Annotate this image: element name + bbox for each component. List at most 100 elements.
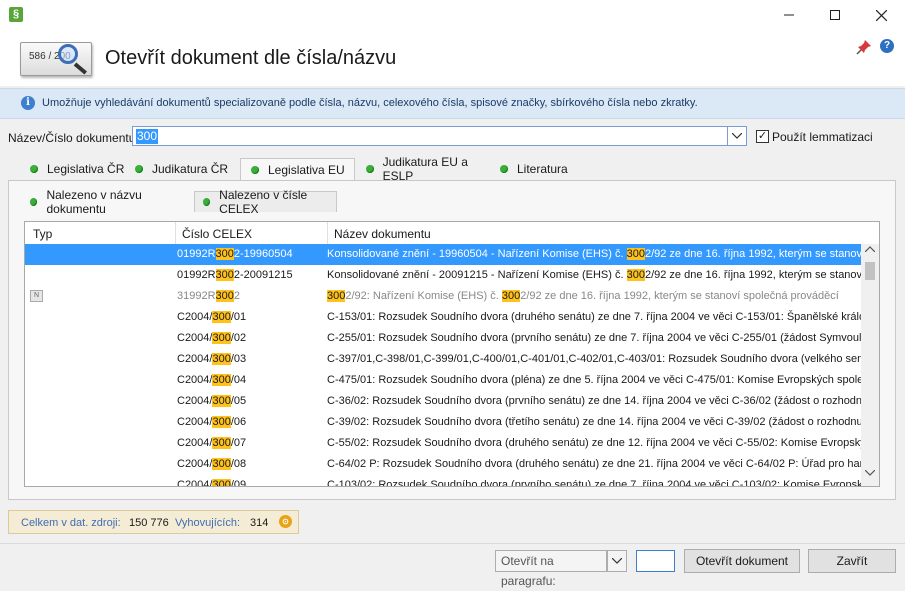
database-info-icon[interactable]: ⊙ <box>279 515 292 528</box>
cell-celex: C2004/300/06 <box>177 412 246 433</box>
cell-celex: C2004/300/09 <box>177 475 246 487</box>
status-dot-icon <box>30 197 38 206</box>
chevron-down-icon <box>732 133 742 139</box>
match-highlight: 300 <box>215 248 234 260</box>
text-segment: C2004/ <box>177 395 213 407</box>
maximize-button[interactable] <box>812 0 858 30</box>
close-window-button[interactable] <box>858 0 904 30</box>
paragraph-dropdown-button[interactable] <box>607 550 627 572</box>
table-row[interactable]: C2004/300/01 C-153/01: Rozsudek Soudního … <box>25 307 861 328</box>
text-segment: C2004/ <box>177 311 213 323</box>
subtab-celex[interactable]: Nalezeno v čísle CELEX <box>194 188 337 216</box>
table-row[interactable]: N 31992R3002 3002/92: Nařízení Komise (EHS… <box>25 286 861 307</box>
text-segment: 01992R <box>177 248 216 260</box>
subtab-label: Nalezeno v čísle CELEX <box>219 188 308 216</box>
scrollbar-thumb[interactable] <box>865 262 875 280</box>
minimize-button[interactable] <box>766 0 812 30</box>
tab-judikatura-eu[interactable]: Judikatura EU a ESLP <box>356 155 496 183</box>
table-row[interactable]: C2004/300/05 C-36/02: Rozsudek Soudního d… <box>25 391 861 412</box>
table-row[interactable]: 01992R3002-19960504 Konsolidované znění -… <box>25 244 861 265</box>
info-icon: i <box>21 96 35 110</box>
text-segment: C-255/01: Rozsudek Soudního dvora (první… <box>327 332 861 344</box>
vertical-scrollbar[interactable] <box>861 244 879 486</box>
text-segment: /04 <box>230 374 247 386</box>
status-dot-icon <box>135 165 143 173</box>
search-label: Název/Číslo dokumentu: <box>8 131 139 145</box>
column-header-typ[interactable]: Typ <box>33 227 52 241</box>
status-bar: Celkem v dat. zdroji: 150 776 Vyhovující… <box>8 510 299 534</box>
info-text: Umožňuje vyhledávání dokumentů specializ… <box>42 97 698 109</box>
text-segment: 31992R <box>177 290 216 302</box>
search-dropdown-button[interactable] <box>728 126 747 146</box>
text-segment: C2004/ <box>177 479 213 487</box>
lemma-label[interactable]: Použít lemmatizaci <box>772 130 873 144</box>
status-dot-icon <box>500 165 508 173</box>
table-row[interactable]: 01992R3002-20091215 Konsolidované znění -… <box>25 265 861 286</box>
text-segment: Konsolidované znění - 19960504 - Nařízen… <box>327 248 627 260</box>
open-document-button[interactable]: Otevřít dokument <box>684 549 800 573</box>
tab-label: Literatura <box>517 162 568 176</box>
tab-legislativa-cr[interactable]: Legislativa ČR <box>20 158 132 180</box>
tab-label: Legislativa ČR <box>47 162 125 176</box>
minimize-icon <box>784 14 794 16</box>
scroll-down-icon[interactable] <box>865 470 875 476</box>
cell-name: C-255/01: Rozsudek Soudního dvora (první… <box>327 328 861 349</box>
cell-celex: C2004/300/03 <box>177 349 246 370</box>
help-icon[interactable]: ? <box>880 39 894 53</box>
scroll-up-icon[interactable] <box>865 246 875 252</box>
table-row[interactable]: C2004/300/06 C-39/02: Rozsudek Soudního d… <box>25 412 861 433</box>
table-row[interactable]: C2004/300/03 C-397/01,C-398/01,C-399/01,C… <box>25 349 861 370</box>
cell-name: C-475/01: Rozsudek Soudního dvora (pléna… <box>327 370 861 391</box>
text-segment: 2/92: Nařízení Komise (EHS) č. <box>345 290 502 302</box>
cell-celex: 01992R3002-19960504 <box>177 244 293 265</box>
results-table: Typ Číslo CELEX Název dokumentu 01992R30… <box>24 221 880 487</box>
close-button[interactable]: Zavřít <box>808 549 896 573</box>
text-segment: C2004/ <box>177 332 213 344</box>
chevron-down-icon <box>612 558 622 564</box>
cell-name: C-36/02: Rozsudek Soudního dvora (prvníh… <box>327 391 861 412</box>
table-row[interactable]: C2004/300/08 C-64/02 P: Rozsudek Soudního… <box>25 454 861 475</box>
pin-glyph <box>856 40 871 55</box>
paragraph-input[interactable] <box>636 550 675 572</box>
paragraph-select[interactable]: Otevřít na paragrafu: <box>495 550 607 588</box>
table-row[interactable]: C2004/300/04 C-475/01: Rozsudek Soudního … <box>25 370 861 391</box>
text-segment: /07 <box>230 437 247 449</box>
column-divider[interactable] <box>175 222 176 244</box>
tab-legislativa-eu[interactable]: Legislativa EU <box>240 158 355 180</box>
cell-name: C-64/02 P: Rozsudek Soudního dvora (druh… <box>327 454 861 475</box>
column-divider[interactable] <box>327 222 328 244</box>
text-segment: /06 <box>230 416 247 428</box>
lemma-checkbox[interactable]: ✓ <box>756 130 769 143</box>
match-highlight: 300 <box>212 332 231 344</box>
table-row[interactable]: C2004/300/09 C-103/02: Rozsudek Soudního … <box>25 475 861 487</box>
tab-judikatura-cr[interactable]: Judikatura ČR <box>125 158 245 180</box>
text-segment: /08 <box>230 458 247 470</box>
text-segment: C2004/ <box>177 416 213 428</box>
tab-literatura[interactable]: Literatura <box>490 158 580 180</box>
text-segment: Konsolidované znění - 20091215 - Nařízen… <box>327 269 627 281</box>
search-input[interactable]: 300 <box>132 126 728 146</box>
text-segment: 2/92 ze dne 16. října 1992, kterým se st… <box>520 290 839 302</box>
column-header-celex[interactable]: Číslo CELEX <box>182 227 252 241</box>
magnifier-icon <box>58 44 78 64</box>
tab-label: Legislativa EU <box>268 162 345 177</box>
text-segment: 01992R <box>177 269 216 281</box>
cell-type: N <box>30 286 43 307</box>
column-header-nazev[interactable]: Název dokumentu <box>334 227 431 241</box>
text-segment: 2/92 ze dne 16. října 1992, kterým se st… <box>644 248 861 260</box>
table-row[interactable]: C2004/300/07 C-55/02: Rozsudek Soudního d… <box>25 433 861 454</box>
subtab-label: Nalezeno v názvu dokumentu <box>46 187 142 216</box>
cell-name: C-397/01,C-398/01,C-399/01,C-400/01,C-40… <box>327 349 861 370</box>
text-segment: C2004/ <box>177 458 213 470</box>
cell-celex: C2004/300/07 <box>177 433 246 454</box>
total-value: 150 776 <box>129 517 169 529</box>
cell-name: C-39/02: Rozsudek Soudního dvora (třetíh… <box>327 412 861 433</box>
status-dot-icon <box>30 165 38 173</box>
table-row[interactable]: C2004/300/02 C-255/01: Rozsudek Soudního … <box>25 328 861 349</box>
text-segment: C-475/01: Rozsudek Soudního dvora (pléna… <box>327 374 861 386</box>
subtab-nazev[interactable]: Nalezeno v názvu dokumentu <box>22 188 194 216</box>
pin-icon[interactable] <box>856 39 872 58</box>
match-label: Vyhovujících: <box>175 517 241 529</box>
cell-celex: C2004/300/05 <box>177 391 246 412</box>
page-title: Otevřít dokument dle čísla/názvu <box>105 47 397 69</box>
